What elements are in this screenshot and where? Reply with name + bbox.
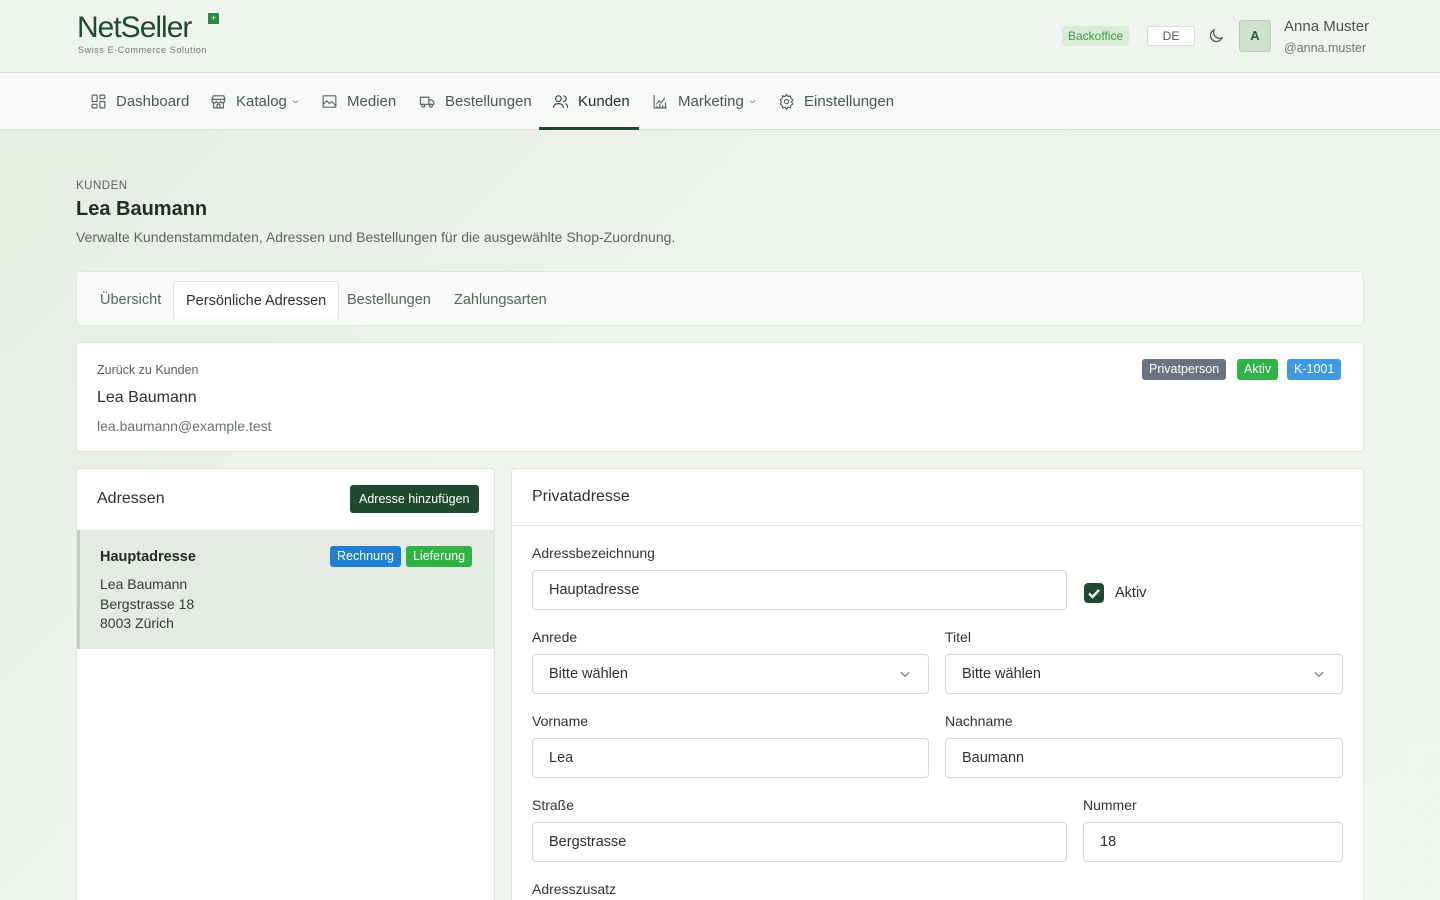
- active-checkbox[interactable]: [1084, 583, 1104, 603]
- street-label: Straße: [532, 797, 575, 813]
- title-label: Titel: [945, 629, 971, 645]
- title-select[interactable]: Bitte wählen: [945, 654, 1343, 694]
- netseller-logo[interactable]: NetSeller Swiss E-Commerce Solution +: [77, 13, 227, 59]
- nav-item-marketing[interactable]: Marketing: [652, 73, 757, 130]
- nav-label: Dashboard: [116, 93, 190, 110]
- address-form-card: Privatadresse Adressbezeichnung Hauptadr…: [511, 468, 1364, 900]
- truck-icon: [419, 96, 435, 108]
- billing-badge: Rechnung: [330, 546, 401, 567]
- avatar[interactable]: A: [1239, 20, 1271, 52]
- nav-item-katalog[interactable]: Katalog: [210, 73, 300, 130]
- logo-wordmark: NetSeller: [77, 11, 192, 44]
- chevron-down-icon: [900, 671, 910, 677]
- nav-label: Katalog: [236, 93, 287, 110]
- address-line-street: Bergstrasse 18: [100, 596, 195, 612]
- house-number-label: Nummer: [1083, 797, 1137, 813]
- tab-bestellungen[interactable]: Bestellungen: [335, 281, 443, 319]
- gear-icon: [779, 93, 794, 110]
- nav-label: Kunden: [578, 93, 630, 110]
- nav-label: Einstellungen: [804, 93, 895, 110]
- title-value: Bitte wählen: [962, 666, 1041, 682]
- house-number-field[interactable]: 18: [1083, 822, 1343, 862]
- salutation-label: Anrede: [532, 629, 578, 645]
- users-icon: [552, 95, 569, 108]
- address-name-field[interactable]: Hauptadresse: [532, 570, 1067, 610]
- nav-item-kunden[interactable]: Kunden: [552, 73, 630, 130]
- nav-item-medien[interactable]: Medien: [321, 73, 396, 130]
- address-list-item[interactable]: Hauptadresse Rechnung Lieferung Lea Baum…: [77, 530, 494, 649]
- logo-tagline: Swiss E-Commerce Solution: [78, 45, 208, 55]
- nav-label: Bestellungen: [445, 93, 532, 110]
- firstname-field[interactable]: Lea: [532, 738, 929, 778]
- nav-item-bestellungen[interactable]: Bestellungen: [419, 73, 532, 130]
- status-badge: Aktiv: [1237, 359, 1279, 380]
- active-checkbox-label: Aktiv: [1115, 585, 1147, 601]
- address-line-city: 8003 Zürich: [100, 615, 174, 631]
- form-header: Privatadresse: [512, 469, 1363, 526]
- tab-zahlungsarten[interactable]: Zahlungsarten: [442, 281, 559, 319]
- customer-number-badge: K-1001: [1287, 359, 1342, 380]
- nav-label: Marketing: [678, 93, 744, 110]
- address-name-label: Adressbezeichnung: [532, 545, 655, 561]
- active-nav-indicator: [539, 127, 639, 130]
- check-icon: [1088, 589, 1100, 599]
- address-list-title: Adressen: [97, 490, 165, 507]
- tab-uebersicht[interactable]: Übersicht: [88, 281, 173, 319]
- street-field[interactable]: Bergstrasse: [532, 822, 1067, 862]
- customer-email: lea.baumann@example.test: [97, 418, 272, 434]
- nav-label: Medien: [347, 93, 397, 110]
- nav-item-dashboard[interactable]: Dashboard: [90, 73, 189, 130]
- chevron-down-icon: [292, 100, 299, 104]
- customer-type-badge: Privatperson: [1142, 359, 1227, 380]
- chevron-down-icon: [1314, 671, 1324, 677]
- user-handle: @anna.muster: [1284, 41, 1367, 55]
- chevron-down-icon: [749, 100, 756, 104]
- form-title: Privatadresse: [532, 488, 630, 505]
- page-title: Lea Baumann: [76, 198, 208, 220]
- back-to-customers-link[interactable]: Zurück zu Kunden: [97, 363, 198, 377]
- logo-plus-mark: +: [208, 13, 219, 24]
- lastname-label: Nachname: [945, 713, 1013, 729]
- page-description: Verwalte Kundenstammdaten, Adressen und …: [76, 229, 676, 245]
- chart-icon: [653, 95, 667, 109]
- breadcrumb: KUNDEN: [76, 180, 128, 192]
- top-header: NetSeller Swiss E-Commerce Solution + Ba…: [0, 0, 1440, 73]
- language-switch[interactable]: DE: [1147, 26, 1195, 46]
- customer-tabs: Übersicht Persönliche Adressen Bestellun…: [76, 271, 1364, 326]
- lastname-field[interactable]: Baumann: [945, 738, 1343, 778]
- address-item-title: Hauptadresse: [100, 549, 196, 565]
- address-addition-label: Adresszusatz: [532, 881, 617, 897]
- shipping-badge: Lieferung: [406, 546, 473, 567]
- tab-persoenliche-adressen[interactable]: Persönliche Adressen: [173, 281, 340, 319]
- image-icon: [322, 95, 337, 108]
- customer-summary-card: Zurück zu Kunden Lea Baumann lea.baumann…: [76, 342, 1364, 452]
- add-address-button[interactable]: Adresse hinzufügen: [350, 485, 479, 513]
- dashboard-icon: [91, 94, 106, 109]
- customer-name: Lea Baumann: [97, 389, 197, 406]
- address-list-card: Adressen Adresse hinzufügen Hauptadresse…: [76, 468, 495, 900]
- user-name: Anna Muster: [1284, 18, 1370, 35]
- main-navigation: Dashboard Katalog Medien Bestellungen Ku…: [0, 73, 1440, 130]
- address-line-name: Lea Baumann: [100, 576, 188, 592]
- nav-item-einstellungen[interactable]: Einstellungen: [778, 73, 894, 130]
- salutation-select[interactable]: Bitte wählen: [532, 654, 929, 694]
- environment-badge: Backoffice: [1062, 26, 1130, 46]
- salutation-value: Bitte wählen: [549, 666, 628, 682]
- store-icon: [211, 95, 226, 109]
- firstname-label: Vorname: [532, 713, 589, 729]
- moon-icon[interactable]: [1207, 27, 1225, 45]
